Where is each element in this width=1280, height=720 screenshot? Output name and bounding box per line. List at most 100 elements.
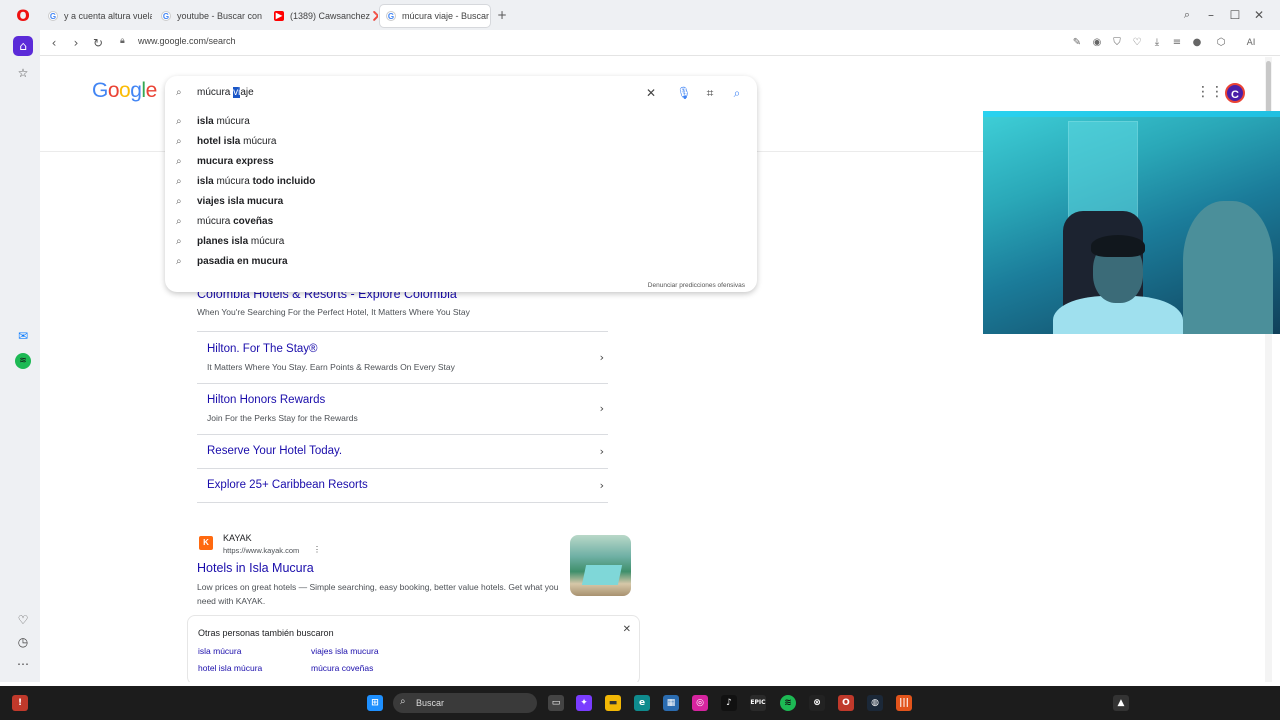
easy-setup-icon[interactable]: ≡ (1169, 35, 1185, 51)
search-input-row[interactable]: ⌕ múcura viaje ✕ 🎙︎ ⌗ ⌕ (165, 76, 757, 110)
close-window-button[interactable]: ✕ (1250, 6, 1268, 24)
tab-3[interactable]: ▶ (1389) Cawsanchez ❌ Ma (268, 5, 378, 27)
search-icon: ⌕ (176, 236, 182, 247)
copilot-icon[interactable]: ✦ (576, 695, 592, 711)
suggestion-item[interactable]: ⌕ planes isla múcura (165, 232, 757, 252)
spotify-icon[interactable]: ≋ (15, 353, 31, 369)
clear-icon[interactable]: ✕ (643, 85, 659, 101)
taskbar-search[interactable]: ⌕ Buscar (393, 693, 537, 713)
related-search-link[interactable]: hotel isla múcura (198, 663, 262, 673)
microphone-icon[interactable]: 🎙︎ (676, 85, 692, 101)
notification-icon[interactable]: ! (12, 695, 28, 711)
tab-4-active[interactable]: G múcura viaje - Buscar con (380, 5, 490, 27)
tray-icon[interactable]: ▲ (1113, 695, 1129, 711)
search-icon: ⌕ (400, 696, 406, 707)
epic-games-icon[interactable]: EPIC (750, 695, 766, 711)
download-icon[interactable]: ⤓ (1149, 35, 1165, 51)
sitelink-title[interactable]: Hilton Honors Rewards (207, 394, 325, 406)
extensions-icon[interactable]: ⬡ (1213, 35, 1229, 51)
sitelink-title[interactable]: Explore 25+ Caribbean Resorts (207, 479, 368, 491)
report-predictions-link[interactable]: Denunciar predicciones ofensivas (648, 282, 745, 289)
history-clock-icon[interactable]: ◷ (13, 632, 33, 652)
google-favicon-icon: G (48, 11, 58, 21)
url-field[interactable]: www.google.com/search (138, 36, 236, 46)
store-icon[interactable]: ▦ (663, 695, 679, 711)
opera-logo-icon[interactable]: O (14, 7, 32, 25)
opera-gx-icon[interactable]: O (838, 695, 854, 711)
suggestion-item[interactable]: ⌕ isla múcura (165, 112, 757, 132)
related-search-link[interactable]: múcura coveñas (311, 663, 373, 673)
browser-titlebar: O G y a cuenta altura vuela el a G youtu… (0, 0, 1280, 30)
result-url[interactable]: https://www.kayak.com (223, 546, 299, 555)
suggestion-item[interactable]: ⌕ múcura coveñas (165, 212, 757, 232)
result-thumbnail[interactable] (570, 535, 631, 596)
webcam-overlay (983, 111, 1280, 334)
forward-icon[interactable]: › (67, 34, 85, 52)
google-favicon-icon: G (386, 11, 396, 21)
chevron-right-icon: › (599, 402, 604, 415)
heart-icon[interactable]: ♡ (1129, 35, 1145, 51)
tiktok-icon[interactable]: ♪ (721, 695, 737, 711)
aria-ai-button[interactable]: AI (1238, 35, 1264, 51)
suggestion-item[interactable]: ⌕ isla múcura todo incluido (165, 172, 757, 192)
sitelink-item[interactable]: Reserve Your Hotel Today. › (197, 434, 608, 468)
snapshot-icon[interactable]: ✎ (1069, 35, 1085, 51)
windows-start-icon[interactable]: ⊞ (367, 695, 383, 711)
steam-icon[interactable]: ◍ (867, 695, 883, 711)
sitelink-title[interactable]: Hilton. For The Stay® (207, 343, 318, 355)
search-tabs-icon[interactable]: ⌕ (1178, 6, 1196, 24)
result-site-name: KAYAK (223, 533, 252, 543)
maximize-button[interactable]: ☐ (1226, 6, 1244, 24)
search-input[interactable]: múcura viaje (197, 87, 254, 98)
people-also-search-box: Otras personas también buscaron ✕ isla m… (187, 615, 640, 682)
reload-icon[interactable]: ↻ (89, 34, 107, 52)
search-box-dropdown: ⌕ múcura viaje ✕ 🎙︎ ⌗ ⌕ ⌕ isla múcura ⌕ ho… (165, 76, 757, 292)
suggestion-item[interactable]: ⌕ viajes isla mucura (165, 192, 757, 212)
home-icon[interactable]: ⌂ (13, 36, 33, 56)
google-lens-icon[interactable]: ⌗ (702, 85, 718, 101)
camera-icon[interactable]: ◉ (1089, 35, 1105, 51)
result-snippet: Low prices on great hotels — Simple sear… (197, 582, 559, 606)
sitelink-item[interactable]: Hilton Honors Rewards Join For the Perks… (197, 383, 608, 434)
search-icon: ⌕ (176, 196, 182, 207)
opera-sidebar: ⌂ ☆ ✉ ≋ ♡ ◷ ⋯ (0, 30, 40, 682)
favorites-heart-icon[interactable]: ♡ (13, 610, 33, 630)
edge-icon[interactable]: e (634, 695, 650, 711)
pinboard-icon[interactable]: ☆ (13, 63, 33, 83)
suggestion-item[interactable]: ⌕ pasadia en mucura (165, 252, 757, 272)
search-icon[interactable]: ⌕ (729, 85, 745, 101)
messenger-icon[interactable]: ✉ (13, 326, 33, 346)
sitelink-item[interactable]: Explore 25+ Caribbean Resorts › (197, 468, 608, 503)
related-search-link[interactable]: isla múcura (198, 646, 241, 656)
tab-2[interactable]: G youtube - Buscar con Goo (155, 5, 265, 27)
xbox-icon[interactable]: ⊗ (809, 695, 825, 711)
chevron-right-icon: › (599, 351, 604, 364)
related-search-link[interactable]: viajes isla mucura (311, 646, 379, 656)
app-icon[interactable]: ||| (896, 695, 912, 711)
sitelink-title[interactable]: Reserve Your Hotel Today. (207, 445, 342, 457)
profile-icon[interactable]: ● (1189, 35, 1205, 51)
back-icon[interactable]: ‹ (45, 34, 63, 52)
background-chair (1183, 201, 1273, 334)
instagram-icon[interactable]: ◎ (692, 695, 708, 711)
close-icon[interactable]: ✕ (623, 624, 631, 635)
task-view-icon[interactable]: ▭ (548, 695, 564, 711)
google-logo[interactable]: Google (92, 79, 157, 103)
spotify-icon[interactable]: ≋ (780, 695, 796, 711)
youtube-favicon-icon: ▶ (274, 11, 284, 21)
tab-1[interactable]: G y a cuenta altura vuela el a (42, 5, 152, 27)
sitelink-item[interactable]: Hilton. For The Stay® It Matters Where Y… (197, 331, 608, 383)
minimize-button[interactable]: – (1202, 6, 1220, 24)
new-tab-button[interactable]: + (493, 6, 511, 24)
more-options-icon[interactable]: ⋮ (313, 545, 321, 554)
result-title[interactable]: Hotels in Isla Mucura (197, 561, 314, 575)
windows-taskbar: ! ⊞ ⌕ Buscar ▭ ✦ ▬ e ▦ ◎ ♪ EPIC ≋ ⊗ O ◍ … (0, 686, 1280, 720)
avatar[interactable]: C (1225, 83, 1245, 103)
file-explorer-icon[interactable]: ▬ (605, 695, 621, 711)
more-options-icon[interactable]: ⋯ (13, 654, 33, 674)
kayak-favicon-icon: K (199, 536, 213, 550)
google-favicon-icon: G (161, 11, 171, 21)
suggestion-item[interactable]: ⌕ hotel isla múcura (165, 132, 757, 152)
shield-icon[interactable]: ⛉ (1109, 35, 1125, 51)
suggestion-item[interactable]: ⌕ mucura express (165, 152, 757, 172)
